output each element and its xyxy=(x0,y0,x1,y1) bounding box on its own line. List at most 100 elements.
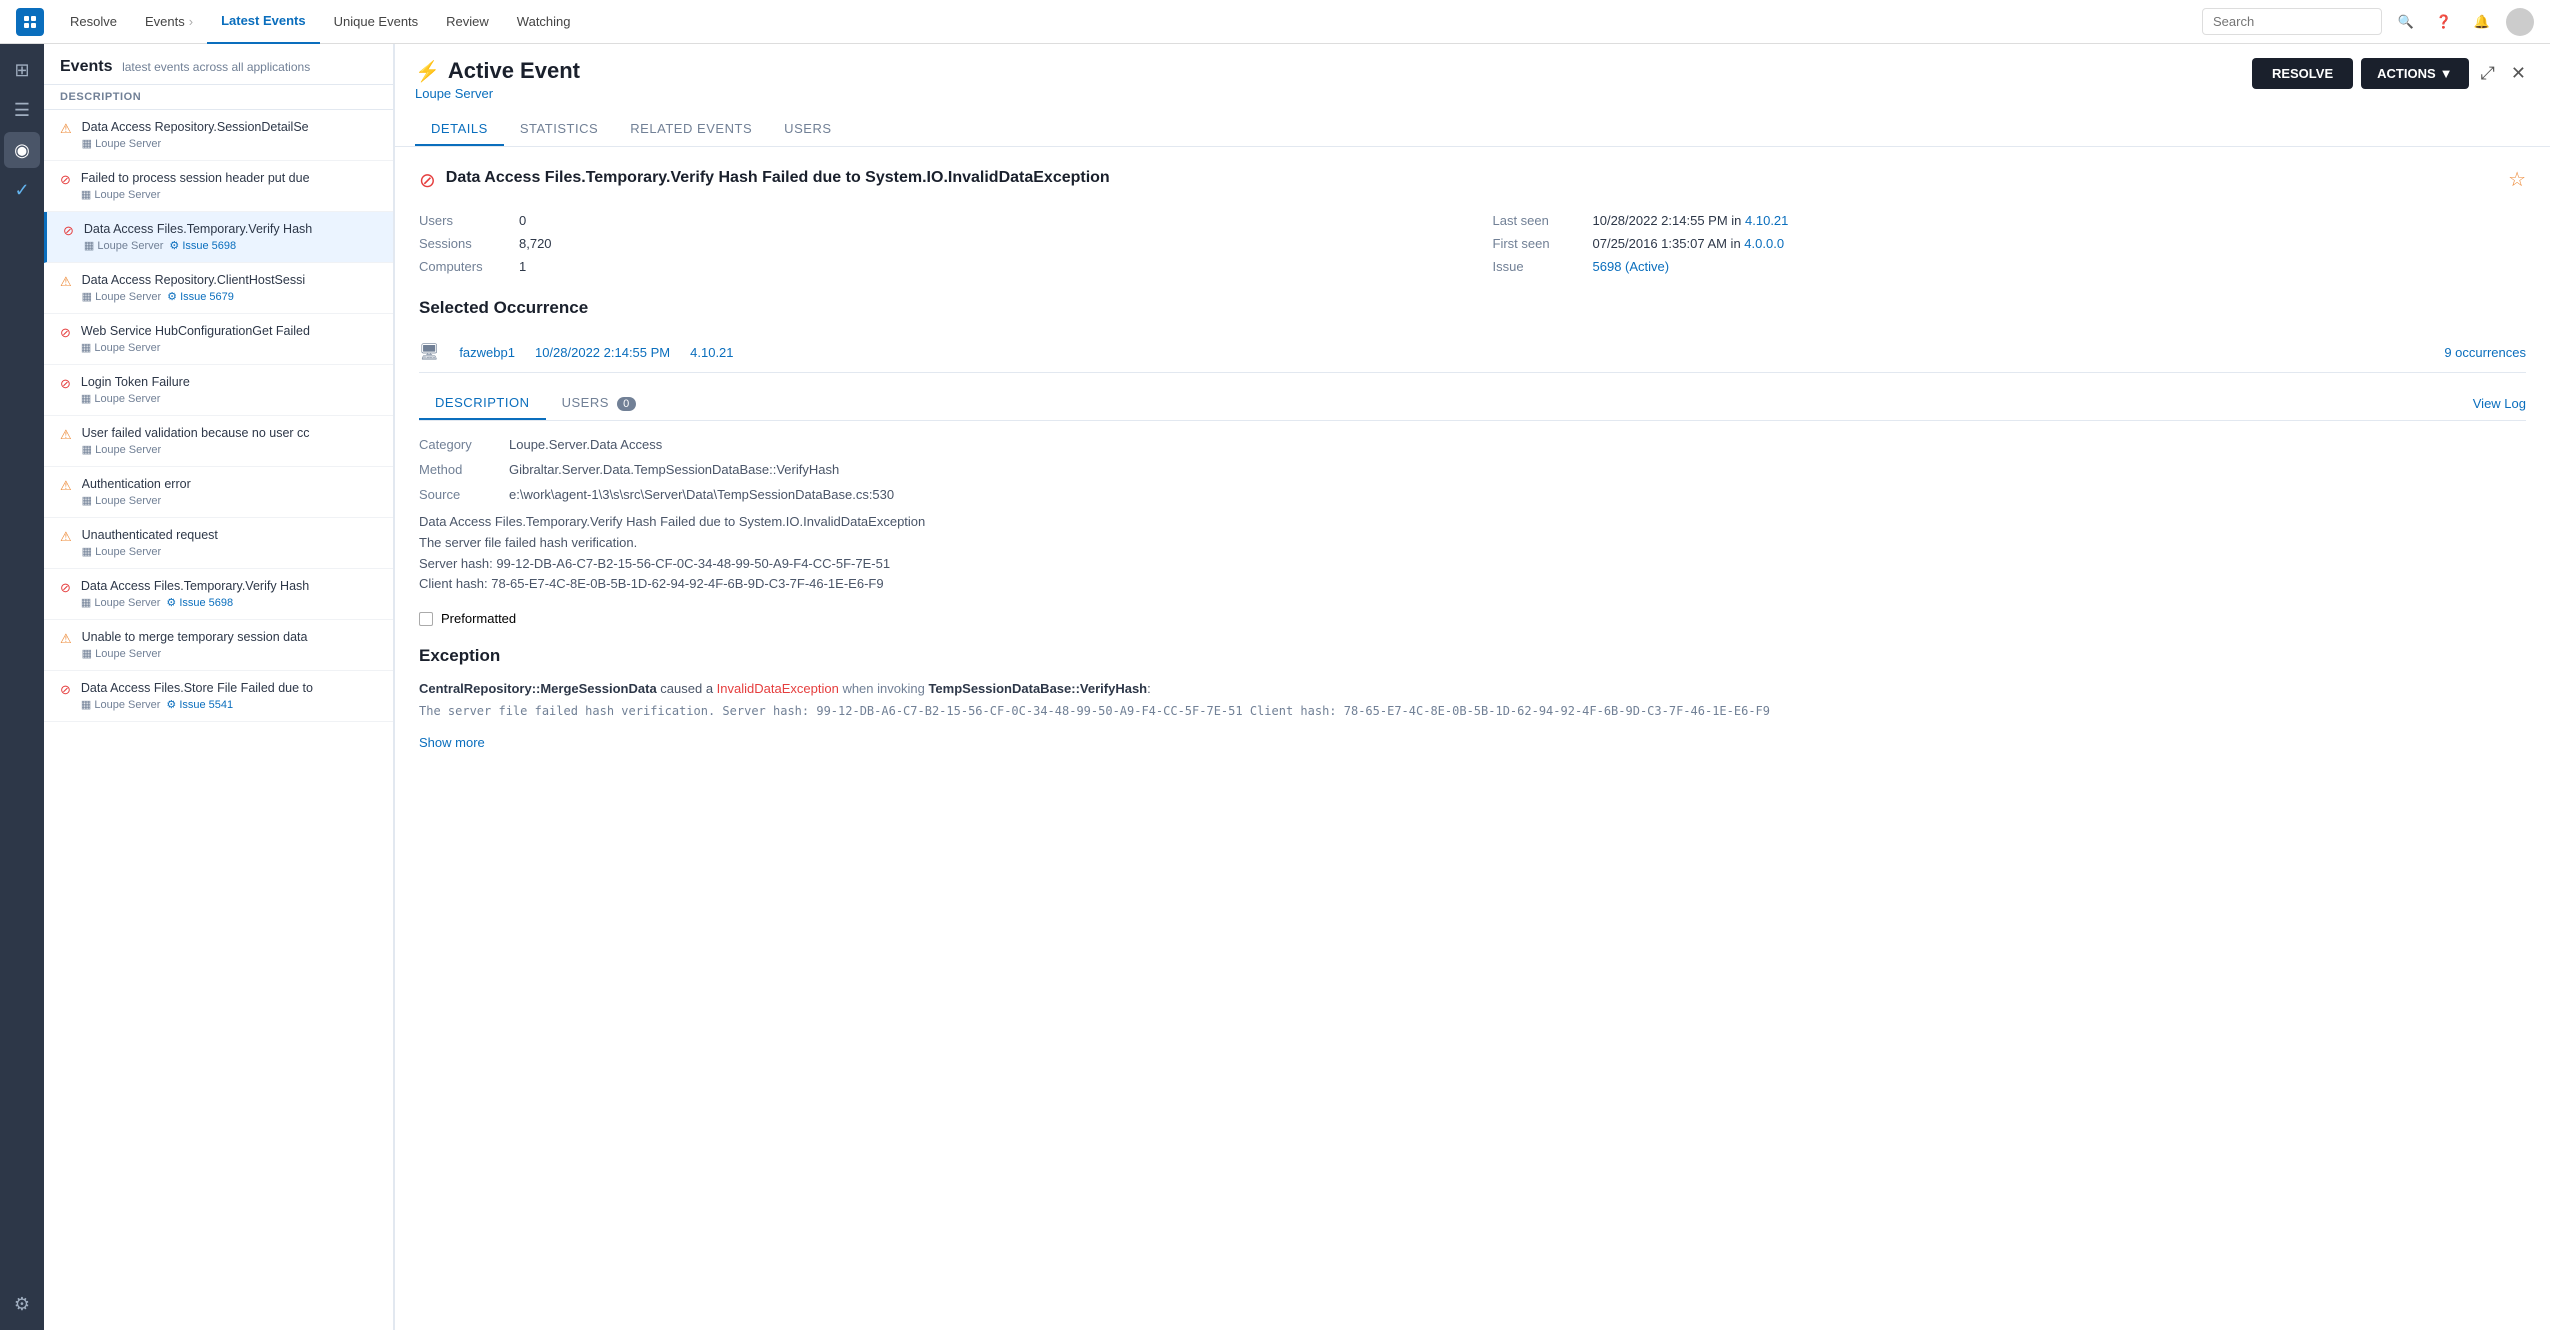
event-content: Login Token Failure ▦ Loupe Server xyxy=(81,375,377,405)
sidebar-icon-settings[interactable]: ⚙ xyxy=(4,1286,40,1322)
warning-icon: ⚠ xyxy=(60,478,72,494)
list-item[interactable]: ⊘ Data Access Files.Temporary.Verify Has… xyxy=(44,212,393,263)
event-title: Web Service HubConfigurationGet Failed xyxy=(81,324,377,338)
sidebar-icon-monitor[interactable]: ◉ xyxy=(4,132,40,168)
field-source: Source e:\work\agent-1\3\s\src\Server\Da… xyxy=(419,487,2526,502)
occurrence-date: 10/28/2022 2:14:55 PM xyxy=(535,345,670,360)
occurrence-count-link[interactable]: 9 occurrences xyxy=(2444,345,2526,360)
show-more-link[interactable]: Show more xyxy=(419,732,2526,754)
preformat-checkbox[interactable] xyxy=(419,612,433,626)
list-item[interactable]: ⚠ Unauthenticated request ▦ Loupe Server xyxy=(44,518,393,569)
occurrence-host-link[interactable]: fazwebp1 xyxy=(459,345,515,360)
event-title-row: ⊘ Data Access Files.Temporary.Verify Has… xyxy=(419,167,2526,193)
app-logo[interactable] xyxy=(16,8,44,36)
list-item[interactable]: ⚠ User failed validation because no user… xyxy=(44,416,393,467)
tab-related-events[interactable]: RELATED EVENTS xyxy=(614,113,768,146)
list-item[interactable]: ⊘ Login Token Failure ▦ Loupe Server xyxy=(44,365,393,416)
monitor-icon: 🖥 xyxy=(419,342,439,362)
user-avatar[interactable] xyxy=(2506,8,2534,36)
event-content: Failed to process session header put due… xyxy=(81,171,377,201)
nav-watching[interactable]: Watching xyxy=(503,0,585,44)
event-error-icon: ⊘ xyxy=(419,168,436,193)
detail-body: ⊘ Data Access Files.Temporary.Verify Has… xyxy=(395,147,2550,1330)
nav-review[interactable]: Review xyxy=(432,0,503,44)
main-layout: ⊞ ☰ ◉ ✓ ⚙ Events latest events across al… xyxy=(0,44,2550,1330)
event-title: Data Access Files.Temporary.Verify Hash xyxy=(84,222,377,236)
warning-icon: ⚠ xyxy=(60,427,72,443)
desc-line-3: Server hash: 99-12-DB-A6-C7-B2-15-56-CF-… xyxy=(419,554,2526,575)
exception-when: when invoking xyxy=(842,681,928,696)
help-icon[interactable]: ❓ xyxy=(2430,8,2458,36)
nav-events[interactable]: Events › xyxy=(131,0,207,44)
stat-issue: Issue 5698 (Active) xyxy=(1493,259,2527,274)
field-category: Category Loupe.Server.Data Access xyxy=(419,437,2526,452)
tab-statistics[interactable]: STATISTICS xyxy=(504,113,614,146)
icon-sidebar: ⊞ ☰ ◉ ✓ ⚙ xyxy=(0,44,44,1330)
close-button[interactable]: ✕ xyxy=(2507,59,2530,88)
event-content: Unable to merge temporary session data ▦… xyxy=(82,630,377,660)
events-header: Events latest events across all applicat… xyxy=(44,44,393,85)
actions-button[interactable]: ACTIONS ▼ xyxy=(2361,58,2468,89)
events-subtitle: latest events across all applications xyxy=(122,60,310,74)
last-seen-version-link[interactable]: 4.10.21 xyxy=(1745,213,1788,228)
tab-users[interactable]: USERS xyxy=(768,113,847,146)
detail-subtitle-link[interactable]: Loupe Server xyxy=(415,86,2232,101)
dropdown-arrow-icon: ▼ xyxy=(2440,66,2453,81)
list-item[interactable]: ⊘ Web Service HubConfigurationGet Failed… xyxy=(44,314,393,365)
tab-details[interactable]: DETAILS xyxy=(415,113,504,146)
event-meta: ▦ Loupe Server xyxy=(82,647,377,660)
list-item[interactable]: ⚠ Unable to merge temporary session data… xyxy=(44,620,393,671)
sub-tabs: DESCRIPTION USERS 0 View Log xyxy=(419,387,2526,421)
nav-resolve[interactable]: Resolve xyxy=(56,0,131,44)
issue-link[interactable]: 5698 (Active) xyxy=(1593,259,1670,274)
event-issue-link[interactable]: ⚙ Issue 5541 xyxy=(166,698,233,711)
stat-computers-label: Computers xyxy=(419,259,519,274)
error-icon: ⊘ xyxy=(60,172,71,188)
event-meta: ▦ Loupe Server xyxy=(82,545,377,558)
nav-latest-events[interactable]: Latest Events xyxy=(207,0,320,44)
top-navigation: Resolve Events › Latest Events Unique Ev… xyxy=(0,0,2550,44)
list-item[interactable]: ⊘ Data Access Files.Temporary.Verify Has… xyxy=(44,569,393,620)
event-meta: ▦ Loupe Server ⚙ Issue 5698 xyxy=(84,239,377,252)
error-icon: ⊘ xyxy=(63,223,74,239)
breadcrumb-sep: › xyxy=(189,14,193,29)
list-item[interactable]: ⚠ Data Access Repository.SessionDetailSe… xyxy=(44,110,393,161)
notifications-icon[interactable]: 🔔 xyxy=(2468,8,2496,36)
field-category-label: Category xyxy=(419,437,509,452)
search-icon[interactable]: 🔍 xyxy=(2392,8,2420,36)
list-item[interactable]: ⚠ Authentication error ▦ Loupe Server xyxy=(44,467,393,518)
list-item[interactable]: ⊘ Data Access Files.Store File Failed du… xyxy=(44,671,393,722)
sub-tab-description[interactable]: DESCRIPTION xyxy=(419,387,546,420)
exception-type: InvalidDataException xyxy=(717,681,839,696)
exception-detail: The server file failed hash verification… xyxy=(419,704,1770,718)
list-item[interactable]: ⚠ Data Access Repository.ClientHostSessi… xyxy=(44,263,393,314)
resolve-button[interactable]: RESOLVE xyxy=(2252,58,2353,89)
view-log-link[interactable]: View Log xyxy=(2473,396,2526,411)
first-seen-version-link[interactable]: 4.0.0.0 xyxy=(1744,236,1784,251)
event-issue-link[interactable]: ⚙ Issue 5698 xyxy=(169,239,236,252)
description-text: Data Access Files.Temporary.Verify Hash … xyxy=(419,512,2526,595)
stat-computers: Computers 1 xyxy=(419,259,1453,274)
events-title: Events xyxy=(60,58,112,75)
detail-header: ⚡ Active Event Loupe Server DETAILS STAT… xyxy=(395,44,2550,147)
event-server: ▦ Loupe Server xyxy=(84,239,164,252)
stat-last-seen: Last seen 10/28/2022 2:14:55 PM in 4.10.… xyxy=(1493,213,2527,228)
event-title: Data Access Repository.ClientHostSessi xyxy=(82,273,377,287)
star-icon[interactable]: ☆ xyxy=(2508,167,2526,192)
event-issue-link[interactable]: ⚙ Issue 5679 xyxy=(167,290,234,303)
nav-unique-events[interactable]: Unique Events xyxy=(320,0,433,44)
events-panel: Events latest events across all applicat… xyxy=(44,44,394,1330)
sidebar-icon-events[interactable]: ☰ xyxy=(4,92,40,128)
occurrence-version-link[interactable]: 4.10.21 xyxy=(690,345,733,360)
event-issue-link[interactable]: ⚙ Issue 5698 xyxy=(166,596,233,609)
stat-users: Users 0 xyxy=(419,213,1453,228)
events-list: ⚠ Data Access Repository.SessionDetailSe… xyxy=(44,110,393,1330)
list-item[interactable]: ⊘ Failed to process session header put d… xyxy=(44,161,393,212)
event-content: Data Access Repository.SessionDetailSe ▦… xyxy=(82,120,377,150)
sidebar-icon-check[interactable]: ✓ xyxy=(4,172,40,208)
stat-issue-value: 5698 (Active) xyxy=(1593,259,1670,274)
sub-tab-users[interactable]: USERS 0 xyxy=(546,387,652,420)
fullscreen-button[interactable]: ⤢ xyxy=(2477,59,2499,88)
search-input[interactable] xyxy=(2202,8,2382,35)
sidebar-icon-home[interactable]: ⊞ xyxy=(4,52,40,88)
